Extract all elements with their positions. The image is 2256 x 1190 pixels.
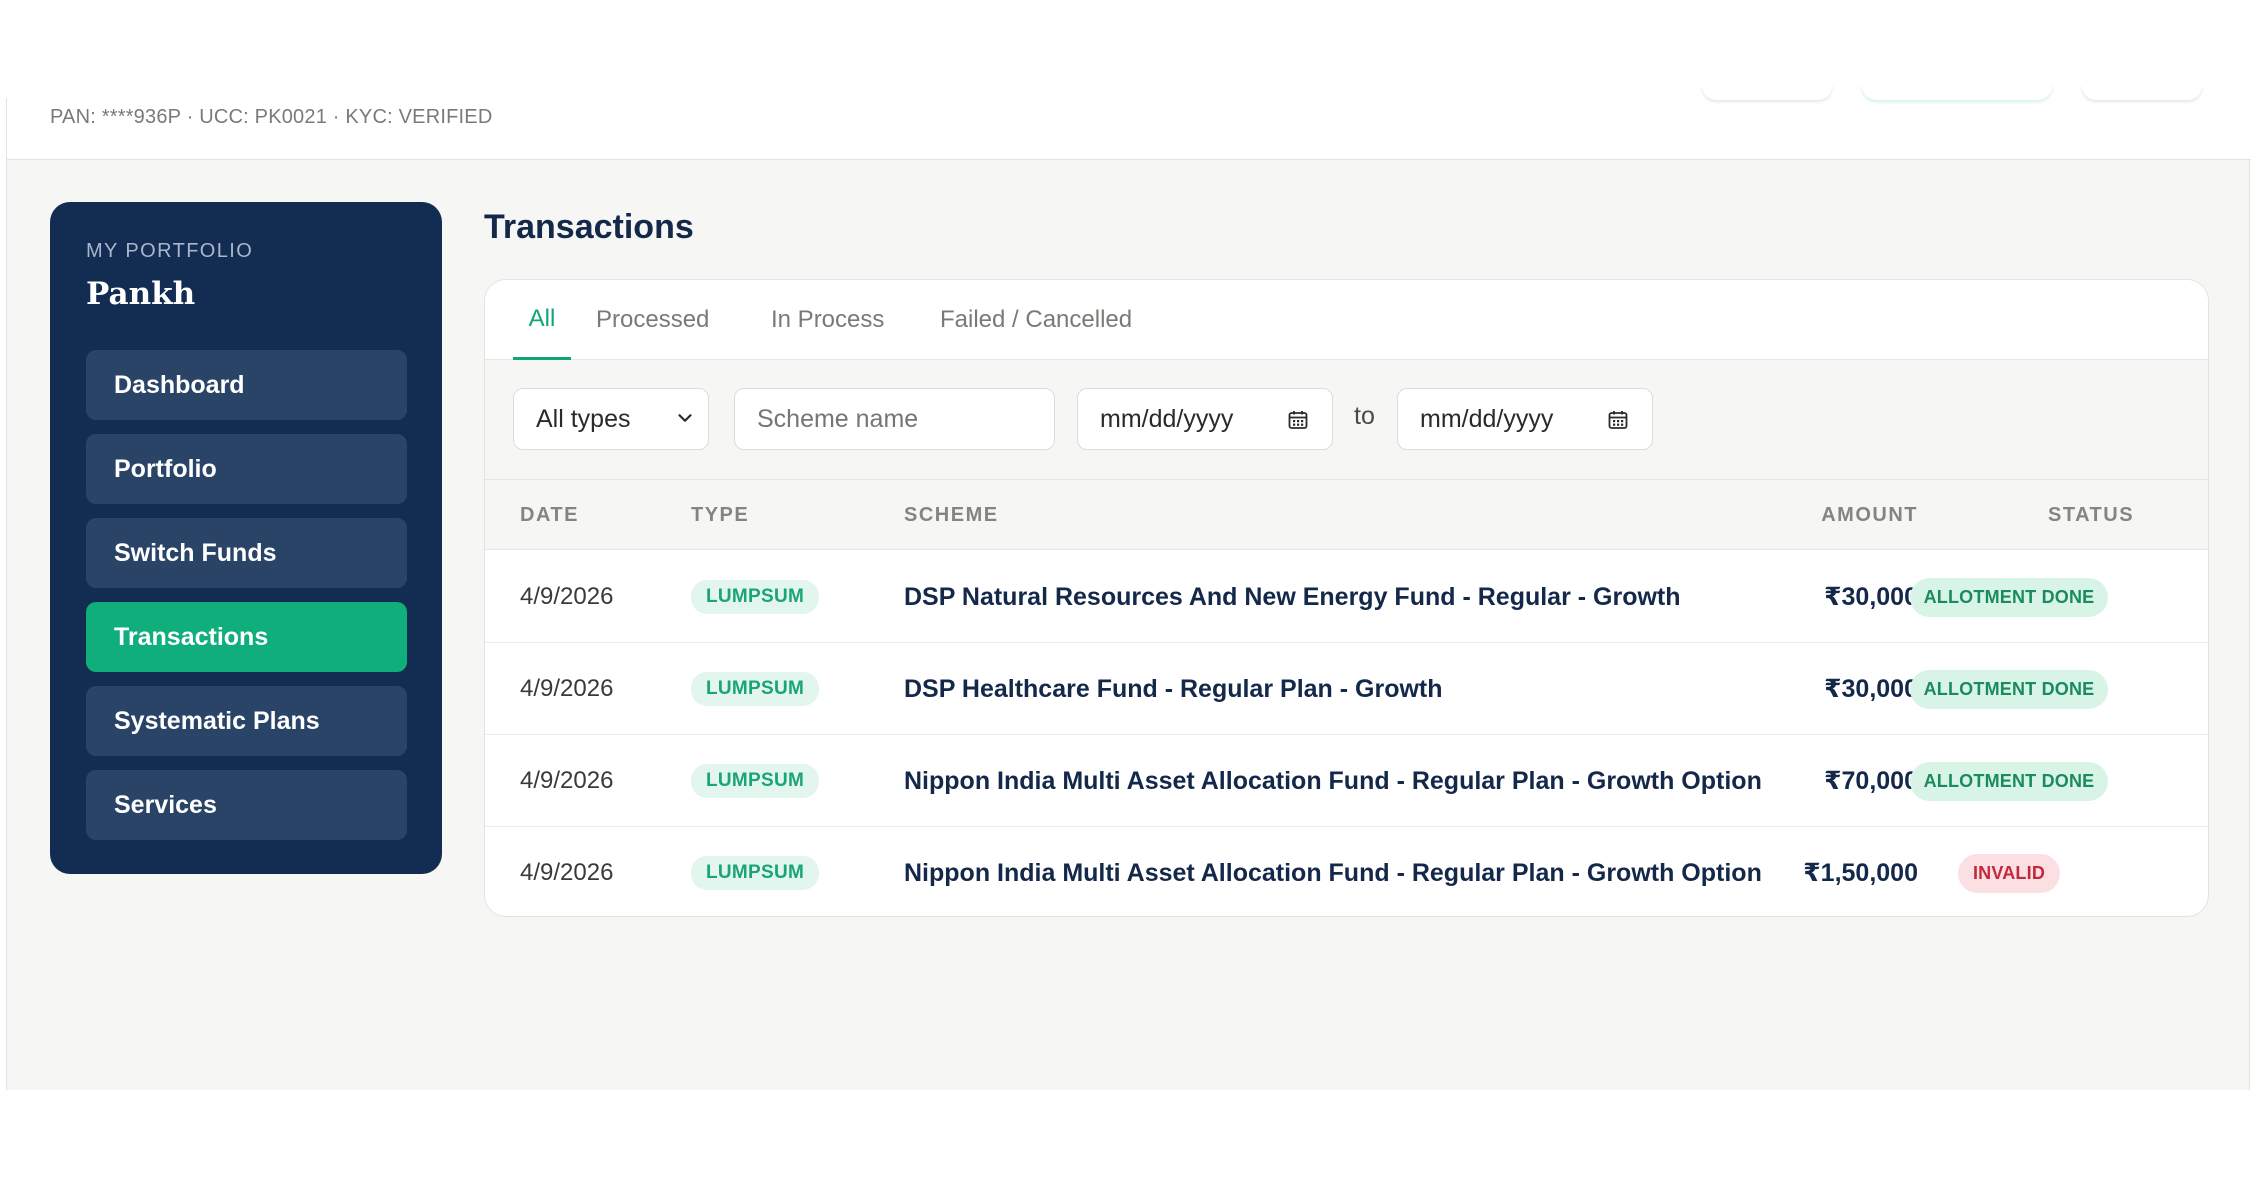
status-badge: ALLOTMENT DONE [1909, 761, 2109, 801]
table-row[interactable]: 4/9/2026 LUMPSUM DSP Healthcare Fund - R… [485, 643, 2208, 735]
date-from-input[interactable]: mm/dd/yyyy [1077, 388, 1333, 450]
transaction-type-pill: LUMPSUM [691, 672, 820, 706]
row-status-cell: ALLOTMENT DONE [1875, 643, 2143, 735]
date-range-separator: to [1354, 402, 1375, 430]
status-badge: ALLOTMENT DONE [1909, 577, 2109, 617]
sidebar-item-transactions[interactable]: Transactions [86, 602, 407, 672]
profile-header: PAN: ****936P · UCC: PK0021 · KYC: VERIF… [7, 84, 2251, 160]
row-status-cell: ALLOTMENT DONE [1875, 735, 2143, 827]
sidebar-item-services[interactable]: Services [86, 770, 407, 840]
transaction-type-pill: LUMPSUM [691, 764, 820, 798]
filter-bar: All types mm/dd/yyyy to mm/dd/ [485, 360, 2208, 480]
row-type-cell: LUMPSUM [691, 643, 820, 735]
sidebar-item-systematic-plans[interactable]: Systematic Plans [86, 686, 407, 756]
tab-processed[interactable]: Processed [596, 280, 709, 360]
column-header-status: STATUS [2048, 504, 2135, 526]
row-scheme: Nippon India Multi Asset Allocation Fund… [904, 858, 1762, 887]
table-row[interactable]: 4/9/2026 LUMPSUM Nippon India Multi Asse… [485, 827, 2208, 916]
transaction-type-pill: LUMPSUM [691, 856, 820, 890]
status-tabs: All Processed In Process Failed / Cancel… [485, 280, 2208, 360]
sidebar: MY PORTFOLIO Pankh Dashboard Portfolio S… [50, 202, 442, 874]
page-title: Transactions [484, 208, 694, 246]
header-button[interactable] [1702, 84, 1832, 100]
date-to-value: mm/dd/yyyy [1420, 404, 1554, 433]
tab-all[interactable]: All [513, 280, 571, 360]
transactions-card: All Processed In Process Failed / Cancel… [484, 279, 2209, 917]
header-button[interactable] [2082, 84, 2202, 100]
column-header-scheme: SCHEME [904, 504, 999, 526]
column-header-date: DATE [520, 504, 579, 526]
header-button-primary[interactable] [1862, 84, 2052, 100]
row-type-cell: LUMPSUM [691, 551, 820, 643]
chevron-down-icon [678, 414, 692, 422]
status-badge: ALLOTMENT DONE [1909, 669, 2109, 709]
row-scheme: DSP Healthcare Fund - Regular Plan - Gro… [904, 674, 1443, 703]
calendar-icon[interactable] [1286, 408, 1310, 432]
row-date: 4/9/2026 [520, 675, 614, 702]
transaction-type-pill: LUMPSUM [691, 580, 820, 614]
table-row[interactable]: 4/9/2026 LUMPSUM Nippon India Multi Asse… [485, 735, 2208, 827]
row-scheme: DSP Natural Resources And New Energy Fun… [904, 582, 1681, 611]
column-header-type: TYPE [691, 504, 750, 526]
row-type-cell: LUMPSUM [691, 827, 820, 916]
sidebar-item-switch-funds[interactable]: Switch Funds [86, 518, 407, 588]
scheme-name-input[interactable] [734, 388, 1055, 450]
row-date: 4/9/2026 [520, 583, 614, 610]
table-header: DATE TYPE SCHEME AMOUNT STATUS [485, 480, 2208, 550]
tab-in-process[interactable]: In Process [771, 280, 884, 360]
sidebar-kicker: MY PORTFOLIO [86, 240, 254, 262]
sidebar-item-portfolio[interactable]: Portfolio [86, 434, 407, 504]
type-select[interactable]: All types [513, 388, 709, 450]
portfolio-owner-name: Pankh [86, 276, 196, 312]
row-type-cell: LUMPSUM [691, 735, 820, 827]
date-from-value: mm/dd/yyyy [1100, 404, 1234, 433]
status-badge: INVALID [1957, 853, 2061, 893]
row-date: 4/9/2026 [520, 767, 614, 794]
investor-id-line: PAN: ****936P · UCC: PK0021 · KYC: VERIF… [50, 106, 493, 128]
tab-failed-cancelled[interactable]: Failed / Cancelled [940, 280, 1132, 360]
row-status-cell: ALLOTMENT DONE [1875, 551, 2143, 643]
row-scheme: Nippon India Multi Asset Allocation Fund… [904, 766, 1762, 795]
app-frame: PAN: ****936P · UCC: PK0021 · KYC: VERIF… [6, 84, 2251, 1090]
table-row[interactable]: 4/9/2026 LUMPSUM DSP Natural Resources A… [485, 551, 2208, 643]
row-date: 4/9/2026 [520, 859, 614, 886]
column-header-amount: AMOUNT [1821, 504, 1918, 526]
calendar-icon[interactable] [1606, 408, 1630, 432]
type-select-value: All types [536, 404, 631, 433]
sidebar-item-dashboard[interactable]: Dashboard [86, 350, 407, 420]
row-status-cell: INVALID [1875, 827, 2143, 916]
date-to-input[interactable]: mm/dd/yyyy [1397, 388, 1653, 450]
